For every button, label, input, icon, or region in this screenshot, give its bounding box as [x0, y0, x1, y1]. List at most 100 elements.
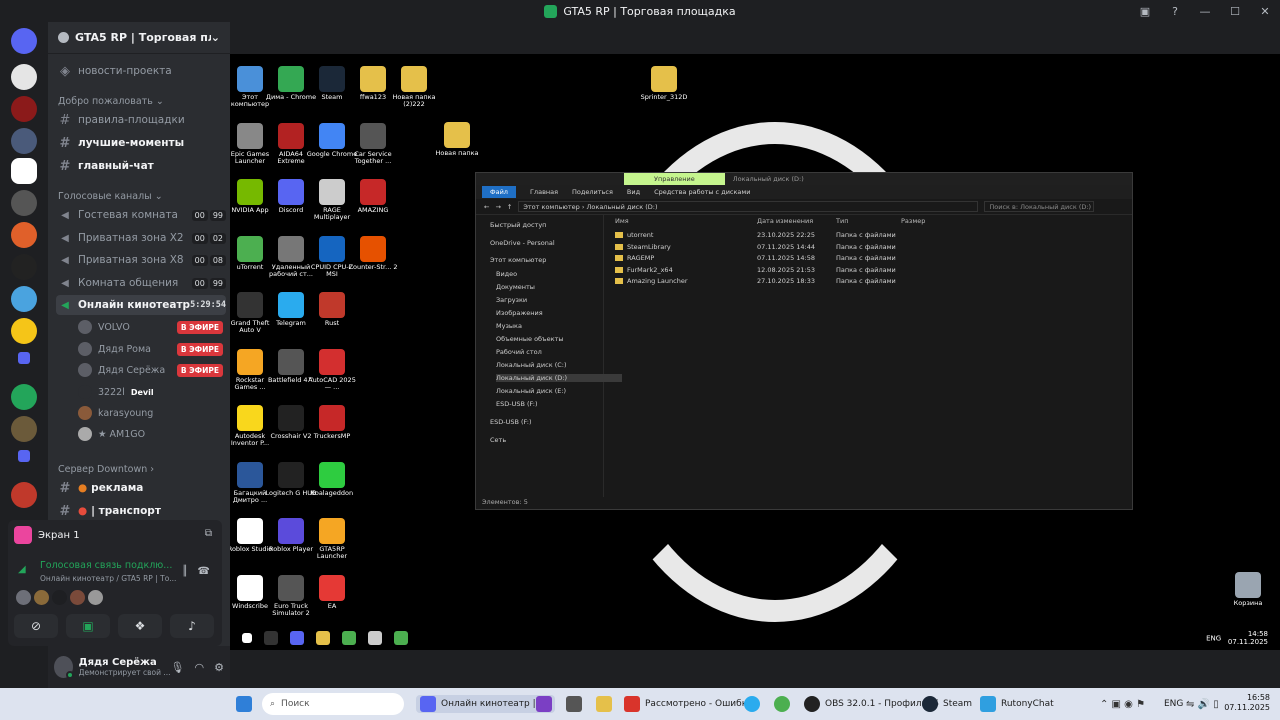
folder-icon[interactable] [18, 450, 30, 462]
server-icon[interactable] [11, 286, 37, 312]
voice-connected-channel[interactable]: Онлайн кинотеатр / GTA5 RP | То... [40, 574, 176, 583]
file-row[interactable]: utorrent 23.10.2025 22:25 Папка с файлами [611, 231, 1131, 242]
server-icon[interactable] [11, 190, 37, 216]
taskbar-item[interactable]: RutonyChat [980, 695, 1054, 713]
taskbar-item[interactable]: Онлайн кинотеатр | GT [416, 695, 555, 713]
taskbar-item[interactable] [744, 695, 765, 713]
help-icon[interactable]: ? [1160, 5, 1190, 18]
column-date[interactable]: Дата изменения [757, 217, 813, 225]
channel-main-chat[interactable]: # главный-чат [56, 156, 226, 176]
taskbar-search[interactable]: ⌕ Поиск [262, 693, 404, 715]
desktop-icon[interactable]: AMAZING [347, 179, 399, 214]
taskbar-item[interactable]: Steam [922, 695, 972, 713]
taskbar-clock[interactable]: 16:58 07.11.2025 [1224, 693, 1270, 714]
nav-item[interactable]: Локальный диск (D:) [496, 374, 622, 382]
voice-user[interactable]: karasyoung [78, 403, 223, 423]
close-button[interactable]: ✕ [1250, 5, 1280, 18]
voice-channel[interactable]: ◀ Гостевая комната 00 99 [56, 205, 226, 225]
category-downtown[interactable]: Сервер Downtown › [58, 464, 154, 475]
forward-icon[interactable]: → [495, 203, 500, 211]
popout-icon[interactable]: ⧉ [205, 528, 212, 539]
desktop-icon[interactable]: Koalageddon [306, 461, 358, 497]
voice-user[interactable]: ★ AM1GO [78, 424, 223, 444]
file-row[interactable]: Amazing Launcher 27.10.2025 18:33 Папка с … [611, 277, 1131, 288]
discord-icon[interactable] [290, 631, 304, 645]
nav-item[interactable]: Рабочий стол [496, 348, 542, 356]
server-icon[interactable] [11, 416, 37, 442]
tab-view[interactable]: Вид [627, 188, 640, 196]
desktop-icon[interactable]: Новая папка (2)222 [388, 66, 440, 108]
desktop-icon[interactable]: TruckersMP [306, 405, 358, 440]
server-icon[interactable] [11, 64, 37, 90]
channel-transport[interactable]: # ● | транспорт [56, 501, 226, 521]
disconnect-icon[interactable]: ☎ [198, 566, 210, 577]
maximize-button[interactable]: ☐ [1220, 5, 1250, 18]
address-bar[interactable]: Этот компьютер › Локальный диск (D:) [518, 201, 979, 212]
tab-manage[interactable]: Управление [624, 173, 725, 185]
chrome-icon[interactable] [342, 631, 356, 645]
voice-channel[interactable]: ◀ Приватная зона X2 00 02 [56, 228, 226, 248]
search-icon[interactable] [264, 631, 278, 645]
voice-user[interactable]: 3222l Devil [78, 382, 223, 402]
nav-item[interactable]: OneDrive - Personal [490, 239, 555, 247]
desktop-icon[interactable]: Новая папка [431, 122, 483, 157]
soundboard-button[interactable]: ♪ [170, 614, 214, 638]
voice-user[interactable]: Дядя Рома В ЭФИРЕ [78, 339, 223, 359]
desktop-icon[interactable]: EA [306, 574, 358, 610]
nav-item[interactable]: Изображения [496, 309, 543, 317]
column-name[interactable]: Имя [615, 217, 629, 225]
category-welcome[interactable]: Добро пожаловать ⌄ [58, 96, 164, 107]
nav-item[interactable]: Видео [496, 270, 517, 278]
server-icon[interactable] [11, 222, 37, 248]
voice-user[interactable]: VOLVO В ЭФИРЕ [78, 317, 223, 337]
desktop-icon[interactable]: AutoCAD 2025 — ... [306, 348, 358, 391]
minimize-button[interactable]: — [1190, 5, 1220, 18]
voice-channel[interactable]: ◀ Приватная зона X8 00 08 [56, 250, 226, 270]
file-row[interactable]: RAGEMP 07.11.2025 14:58 Папка с файлами [611, 254, 1131, 265]
taskbar-item[interactable] [596, 695, 617, 713]
breadcrumb-item[interactable]: Локальный диск (D:) [587, 203, 658, 211]
column-type[interactable]: Тип [836, 217, 848, 225]
stream-view[interactable]: Этот компьютер Дима - Chrome Steam ffwa123 Н… [230, 54, 1280, 650]
taskbar-item[interactable]: Рассмотрено - Ошибка [624, 695, 753, 713]
tab-home[interactable]: Главная [530, 188, 558, 196]
taskbar-item[interactable]: OBS 32.0.1 - Профиль: Б [804, 695, 939, 713]
server-icon[interactable] [11, 254, 37, 280]
taskbar-item[interactable] [536, 695, 557, 713]
tab-share[interactable]: Поделиться [572, 188, 613, 196]
channel-news[interactable]: ◈ новости-проекта [56, 61, 226, 81]
folder-icon[interactable] [18, 352, 30, 364]
camera-off-button[interactable]: ⊘ [14, 614, 58, 638]
folder-icon[interactable] [316, 631, 330, 645]
column-size[interactable]: Размер [901, 217, 925, 225]
desktop-icon[interactable]: Car Service Together ... [347, 122, 399, 165]
desktop-icon[interactable]: GTA5RP Launcher [306, 518, 358, 560]
nav-item[interactable]: Музыка [496, 322, 522, 330]
file-row[interactable]: SteamLibrary 07.11.2025 14:44 Папка с файл… [611, 243, 1131, 254]
back-icon[interactable]: ← [484, 203, 489, 211]
voice-channel-cinema[interactable]: ◀ Онлайн кинотеатр 5:29:54 [56, 295, 226, 315]
channel-ads[interactable]: # ● реклама [56, 478, 226, 498]
server-header[interactable]: GTA5 RP | Торговая пло... ⌄ [48, 22, 230, 54]
explorer-window[interactable]: Управление Локальный диск (D:) Файл Глав… [475, 172, 1133, 510]
nav-item[interactable]: Быстрый доступ [490, 221, 546, 229]
headphones-icon[interactable]: ◠ [195, 661, 205, 674]
screen-share-item[interactable]: Экран 1 [14, 526, 80, 544]
tab-drive-tools[interactable]: Средства работы с дисками [654, 188, 750, 196]
inbox-icon[interactable]: ▣ [1130, 5, 1160, 18]
tray-icons[interactable]: ⌃ ▣ ◉ ⚑ [1100, 695, 1145, 713]
activities-button[interactable]: ❖ [118, 614, 162, 638]
server-icon-active[interactable] [11, 158, 37, 184]
nav-item[interactable]: Сеть [490, 436, 506, 444]
tab-file[interactable]: Файл [482, 186, 516, 198]
desktop-icon[interactable]: Rust [306, 292, 358, 327]
voice-connected-status[interactable]: Голосовая связь подклю... [40, 560, 172, 571]
desktop-icon[interactable]: Counter-Str... 2 [347, 235, 399, 271]
server-icon[interactable] [11, 384, 37, 410]
up-icon[interactable]: ↑ [507, 203, 512, 211]
category-voice[interactable]: Голосовые каналы ⌄ [58, 191, 163, 202]
search-input[interactable]: Поиск в: Локальный диск (D:) [984, 201, 1095, 212]
breadcrumb-item[interactable]: Этот компьютер [523, 203, 579, 211]
microphone-icon[interactable]: 🎙 [171, 661, 185, 674]
network-volume-icons[interactable]: ⇋ 🔊 ▯ [1186, 695, 1219, 713]
